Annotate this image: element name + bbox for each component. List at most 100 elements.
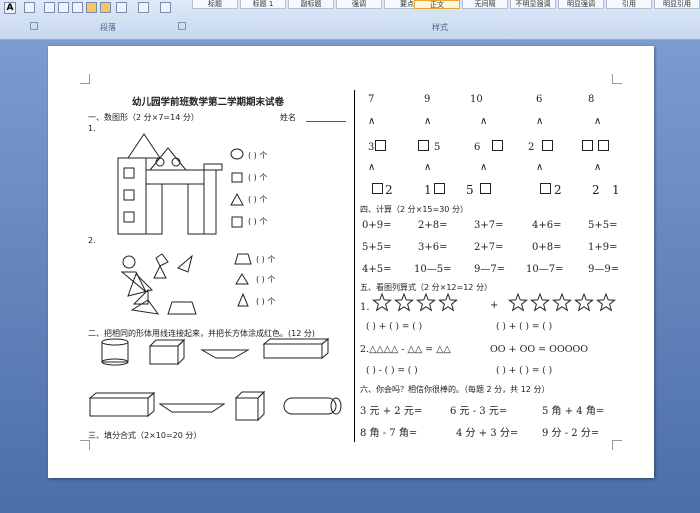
split-number: 6 (474, 142, 481, 153)
document-page[interactable]: 幼儿园学前班数学第二学期期末试卷 一、数图形（2 分×7=14 分） 姓名 1.… (48, 46, 654, 478)
calc-item: 9—9= (588, 264, 620, 275)
style-normal[interactable]: 正文 (414, 0, 460, 9)
style-intense-emphasis[interactable]: 明显强调 (558, 0, 604, 9)
answer-box[interactable] (434, 183, 445, 194)
line-spacing-icon[interactable] (116, 2, 127, 13)
margin-mark (80, 440, 90, 450)
solids-row-1 (101, 337, 330, 366)
blank-equation: ( ) - ( ) = ( ) (366, 366, 418, 376)
ribbon: A 标题 标题 1 副标题 强调 要点 正文 无间隔 不明显强调 明显强调 引用… (0, 0, 700, 40)
format-button[interactable] (24, 2, 35, 13)
unit-item: 8 角 - 7 角= (360, 428, 418, 439)
section-4-heading: 四、计算（2 分×15=30 分） (360, 205, 468, 214)
split-top-number: 7 (368, 94, 375, 105)
style-emphasis[interactable]: 强调 (336, 0, 382, 9)
split-number: 2 (592, 183, 600, 197)
margin-mark (612, 74, 622, 84)
star-icon (552, 292, 572, 312)
answer-box[interactable] (372, 183, 383, 194)
q1-label: 1. (88, 124, 96, 133)
calc-item: 5+5= (362, 242, 392, 253)
align-center-icon[interactable] (58, 2, 69, 13)
count-answer: ( ) 个 (256, 275, 276, 284)
answer-box[interactable] (540, 183, 551, 194)
section-6-heading: 六、你会吗？相信你很棒的。（每题 2 分，共 12 分） (360, 385, 550, 394)
blank-equation: ( ) + ( ) = ( ) (496, 366, 553, 376)
solids-row-2 (88, 390, 342, 422)
triangle-equation: 2.△△△△ - △△ = △△ (360, 344, 451, 355)
style-quote[interactable]: 引用 (606, 0, 652, 9)
style-no-spacing[interactable]: 无间隔 (462, 0, 508, 9)
split-wedge: ∧ (536, 116, 544, 127)
style-subtle-emphasis[interactable]: 不明显强调 (510, 0, 556, 9)
style-subtitle[interactable]: 副标题 (288, 0, 334, 9)
count-answer: ( ) 个 (248, 217, 268, 226)
s5-q1-label: 1. (360, 302, 370, 313)
split-number: 1 (424, 183, 432, 197)
count-shapes-2 (234, 253, 252, 307)
star-icon (416, 292, 436, 312)
paragraph-group-launcher[interactable] (178, 22, 186, 30)
calc-item: 2+7= (474, 242, 504, 253)
align-left-icon[interactable] (44, 2, 55, 13)
style-title[interactable]: 标题 (192, 0, 238, 9)
split-wedge: ∧ (480, 162, 488, 173)
group-label-styles: 样式 (432, 23, 448, 32)
split-number: 5 (466, 183, 474, 197)
answer-box[interactable] (598, 140, 609, 151)
calc-item: 4+5= (362, 264, 392, 275)
split-number: 2 (554, 183, 562, 197)
split-wedge: ∧ (594, 116, 602, 127)
split-wedge: ∧ (424, 116, 432, 127)
split-number: 2 (528, 142, 535, 153)
group-label-paragraph: 段落 (100, 23, 116, 32)
calc-item: 9—7= (474, 264, 506, 275)
unit-item: 5 角 + 4 角= (542, 406, 605, 417)
calc-item: 5+5= (588, 220, 618, 231)
distributed-icon[interactable] (100, 2, 111, 13)
count-answer: ( ) 个 (256, 297, 276, 306)
section-3-heading: 三、填分合式（2×10=20 分） (88, 431, 202, 440)
split-number: 3 (368, 142, 375, 153)
count-answer: ( ) 个 (248, 151, 268, 160)
stars-group-right (508, 292, 616, 312)
answer-box[interactable] (492, 140, 503, 151)
answer-box[interactable] (375, 140, 386, 151)
star-icon (508, 292, 528, 312)
margin-mark (612, 440, 622, 450)
split-wedge: ∧ (594, 162, 602, 173)
tangram-figure (120, 253, 197, 315)
font-group-launcher[interactable] (30, 22, 38, 30)
answer-box[interactable] (480, 183, 491, 194)
blank-equation: ( ) + ( ) = ( ) (496, 322, 553, 332)
column-divider (354, 90, 355, 442)
align-right-icon[interactable] (72, 2, 83, 13)
calc-item: 0+8= (532, 242, 562, 253)
star-icon (394, 292, 414, 312)
style-intense-quote[interactable]: 明显引用 (654, 0, 700, 9)
answer-box[interactable] (582, 140, 593, 151)
split-number: 1 (612, 183, 620, 197)
justify-icon[interactable] (86, 2, 97, 13)
unit-item: 3 元 + 2 元= (360, 406, 423, 417)
count-answer: ( ) 个 (248, 173, 268, 182)
calc-item: 10—5= (414, 264, 452, 275)
split-wedge: ∧ (368, 116, 376, 127)
split-top-number: 8 (588, 94, 595, 105)
calc-item: 3+7= (474, 220, 504, 231)
calc-item: 4+6= (532, 220, 562, 231)
star-icon (574, 292, 594, 312)
calc-item: 2+8= (418, 220, 448, 231)
plus-sign: + (490, 300, 499, 311)
borders-icon[interactable] (160, 2, 171, 13)
answer-box[interactable] (418, 140, 429, 151)
style-heading1[interactable]: 标题 1 (240, 0, 286, 9)
answer-box[interactable] (542, 140, 553, 151)
blank-equation: ( ) + ( ) = ( ) (366, 322, 423, 332)
count-shapes-1 (230, 148, 244, 228)
calc-item: 3+6= (418, 242, 448, 253)
stars-group-left (372, 292, 458, 312)
shading-icon[interactable] (138, 2, 149, 13)
font-color-button[interactable]: A (4, 2, 16, 14)
calc-item: 10—7= (526, 264, 564, 275)
